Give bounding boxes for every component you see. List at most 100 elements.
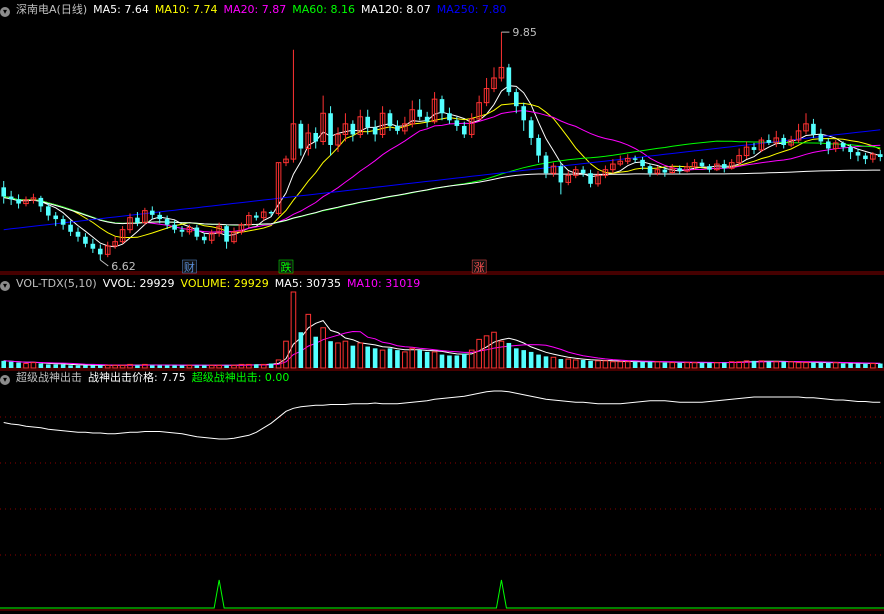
volume-bar	[781, 361, 787, 368]
candle-body	[781, 137, 787, 145]
candle-body	[580, 169, 586, 174]
volume-bar	[409, 347, 416, 369]
volume-bar	[818, 362, 824, 368]
volume-bar	[194, 365, 200, 368]
volume-bar	[751, 360, 757, 368]
candle-body	[877, 154, 883, 157]
candle-body	[461, 125, 467, 135]
candle-body	[253, 215, 259, 218]
volume-bar	[476, 338, 482, 369]
volume-bar	[721, 362, 727, 368]
volume-bar	[707, 362, 712, 368]
indicator-signal-line	[0, 579, 884, 609]
volume-bar	[268, 363, 274, 368]
volume-bar	[68, 365, 73, 368]
volume-bar	[454, 355, 460, 368]
volume-bar	[602, 360, 609, 369]
candle-body	[268, 212, 274, 214]
volume-bar	[104, 364, 111, 369]
candle-body	[172, 224, 177, 230]
candle-body	[45, 206, 51, 216]
candle-body	[447, 113, 452, 121]
volume-bar	[75, 365, 81, 368]
volume-bar	[395, 350, 400, 368]
chevron-down-icon[interactable]: ▾	[0, 375, 10, 385]
chevron-down-icon[interactable]: ▾	[0, 7, 10, 17]
candle-body	[1, 187, 7, 197]
volume-bar	[201, 365, 207, 368]
volume-bar	[320, 327, 326, 369]
volume-bar	[83, 365, 88, 368]
stock-title[interactable]: 深南电A(日线)	[16, 3, 87, 16]
main-legend-item: MA250: 7.80	[436, 3, 507, 16]
volume-bar	[647, 361, 653, 368]
low-price-marker	[99, 259, 109, 267]
volume-bar	[172, 365, 177, 368]
volume-bar	[498, 340, 505, 369]
candle-body	[558, 166, 564, 183]
low-price-label: 6.62	[111, 260, 135, 273]
candle-body	[825, 141, 831, 149]
volume-bar	[654, 361, 661, 369]
volume-legend-item: MA5: 30735	[274, 277, 342, 290]
volume-legend-item: VVOL: 29929	[102, 277, 175, 290]
candle-body	[543, 155, 549, 174]
volume-bar	[588, 360, 593, 368]
volume-bar	[186, 364, 193, 369]
volume-bar	[617, 361, 624, 369]
volume-bar	[699, 362, 705, 368]
candle-body	[766, 140, 772, 143]
volume-bar	[811, 362, 816, 368]
candle-body	[424, 116, 430, 122]
volume-bar	[506, 342, 512, 368]
annotations: 9.85 6.62 财 跌 涨	[99, 26, 537, 274]
stock-chart[interactable]: 9.85 6.62 财 跌 涨	[0, 0, 884, 614]
candle-body	[848, 147, 853, 153]
volume-bar	[840, 363, 846, 368]
volume-bar	[795, 362, 802, 369]
volume-bar	[640, 361, 645, 368]
volume-bar	[521, 350, 527, 368]
candle-body	[350, 123, 356, 135]
chevron-down-icon[interactable]: ▾	[0, 281, 10, 291]
candle-body	[721, 164, 727, 169]
candlestick-series	[1, 32, 883, 261]
candle-body	[75, 231, 81, 237]
candle-body	[588, 173, 593, 184]
volume-bar	[298, 332, 304, 368]
volume-bar	[253, 364, 259, 368]
volume-bar	[23, 363, 29, 369]
candle-body	[298, 123, 304, 149]
volume-bar	[387, 348, 393, 368]
candle-body	[387, 113, 393, 126]
candle-body	[536, 137, 541, 156]
indicator-lines	[0, 390, 884, 609]
indicator-price-line	[3, 390, 881, 440]
candle-body	[313, 133, 319, 142]
volume-legend-item: VOL-TDX(5,10)	[16, 277, 97, 290]
volume-bar	[372, 348, 378, 368]
volume-bar	[60, 364, 66, 368]
grid-lines	[0, 271, 884, 611]
volume-bar	[119, 364, 126, 369]
volume-bar	[350, 345, 356, 368]
candle-body	[16, 199, 21, 204]
main-legend-item: MA120: 8.07	[360, 3, 431, 16]
volume-bar	[691, 362, 698, 369]
volume-bar	[149, 365, 155, 368]
volume-bar	[424, 351, 430, 368]
volume-bar	[97, 365, 103, 368]
candle-body	[365, 116, 371, 128]
volume-bar	[863, 363, 868, 368]
candle-body	[677, 168, 683, 172]
volume-bar	[328, 341, 333, 368]
volume-bar	[803, 362, 809, 369]
indicator-legend: ▾ 超级战神出击 战神出击价格: 7.75 超级战神出击: 0.00	[0, 370, 301, 386]
volume-bar	[342, 340, 349, 369]
volume-bar	[543, 356, 549, 368]
volume-bar	[513, 348, 519, 368]
candle-body	[60, 219, 66, 225]
candle-body	[53, 215, 59, 220]
volume-bar	[8, 361, 14, 368]
candle-body	[83, 236, 88, 244]
